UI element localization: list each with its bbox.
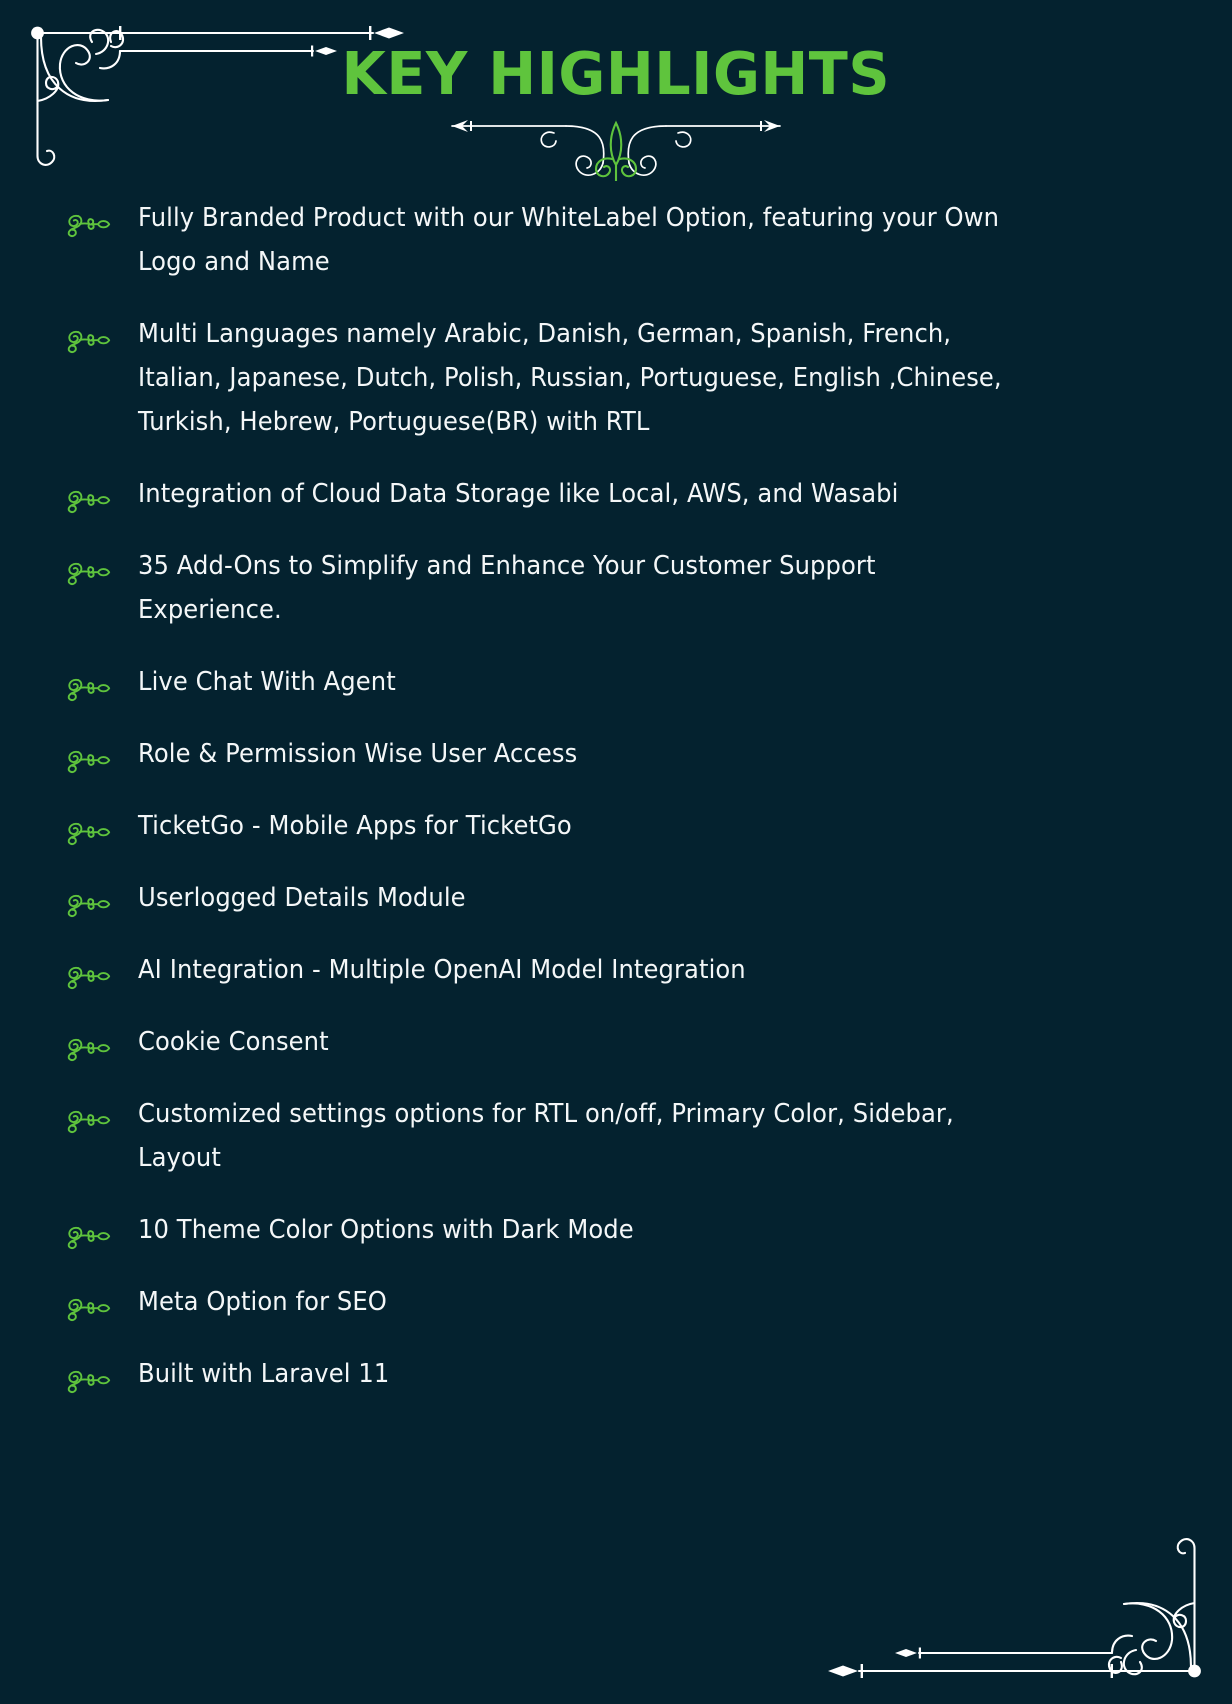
highlight-item-text: 10 Theme Color Options with Dark Mode bbox=[138, 1215, 634, 1245]
ornamental-scroll-arrow-bullet-icon bbox=[66, 210, 112, 240]
ornamental-scroll-arrow-bullet-icon bbox=[66, 326, 112, 356]
highlight-item: Userlogged Details Module bbox=[0, 876, 1192, 920]
ornamental-scroll-arrow-bullet-icon bbox=[66, 746, 112, 776]
highlight-item-text: Integration of Cloud Data Storage like L… bbox=[138, 479, 899, 509]
slide-root: KEY HIGHLIGHTS Fully Branded Product wit… bbox=[0, 0, 1232, 1704]
page-title: KEY HIGHLIGHTS bbox=[341, 39, 891, 108]
highlight-item-text: AI Integration - Multiple OpenAI Model I… bbox=[138, 955, 746, 985]
fleur-de-lis-icon bbox=[594, 120, 638, 183]
ornamental-scroll-arrow-bullet-icon bbox=[66, 1106, 112, 1136]
highlight-item: Customized settings options for RTL on/o… bbox=[0, 1092, 1192, 1180]
highlights-list: Fully Branded Product with our WhiteLabe… bbox=[0, 196, 1232, 1424]
highlight-item: Meta Option for SEO bbox=[0, 1280, 1192, 1324]
highlight-item-text: 35 Add-Ons to Simplify and Enhance Your … bbox=[138, 551, 876, 625]
ornamental-scroll-arrow-bullet-icon bbox=[66, 558, 112, 588]
highlight-item: AI Integration - Multiple OpenAI Model I… bbox=[0, 948, 1192, 992]
highlight-item: 10 Theme Color Options with Dark Mode bbox=[0, 1208, 1192, 1252]
corner-ornament-bottom-right bbox=[804, 1518, 1224, 1698]
highlight-item-text: Built with Laravel 11 bbox=[138, 1359, 390, 1389]
ornamental-scroll-arrow-bullet-icon bbox=[66, 674, 112, 704]
ornamental-scroll-arrow-bullet-icon bbox=[66, 962, 112, 992]
ornamental-scroll-arrow-bullet-icon bbox=[66, 890, 112, 920]
highlight-item-text: Customized settings options for RTL on/o… bbox=[138, 1099, 954, 1173]
highlight-item: Live Chat With Agent bbox=[0, 660, 1192, 704]
highlight-item: Multi Languages namely Arabic, Danish, G… bbox=[0, 312, 1192, 444]
highlight-item: 35 Add-Ons to Simplify and Enhance Your … bbox=[0, 544, 1192, 632]
highlight-item: TicketGo - Mobile Apps for TicketGo bbox=[0, 804, 1192, 848]
ornamental-scroll-arrow-bullet-icon bbox=[66, 818, 112, 848]
highlight-item-text: Multi Languages namely Arabic, Danish, G… bbox=[138, 319, 1002, 437]
ornamental-scroll-arrow-bullet-icon bbox=[66, 1366, 112, 1396]
highlight-item: Integration of Cloud Data Storage like L… bbox=[0, 472, 1192, 516]
slide-header: KEY HIGHLIGHTS bbox=[0, 0, 1232, 190]
flourish-divider bbox=[416, 109, 816, 183]
highlight-item-text: Live Chat With Agent bbox=[138, 667, 396, 697]
highlight-item-text: Fully Branded Product with our WhiteLabe… bbox=[138, 203, 1000, 277]
highlight-item-text: TicketGo - Mobile Apps for TicketGo bbox=[138, 811, 572, 841]
highlight-item-text: Meta Option for SEO bbox=[138, 1287, 387, 1317]
highlight-item-text: Cookie Consent bbox=[138, 1027, 329, 1057]
ornamental-scroll-arrow-bullet-icon bbox=[66, 1294, 112, 1324]
highlight-item-text: Userlogged Details Module bbox=[138, 883, 466, 913]
highlight-item: Built with Laravel 11 bbox=[0, 1352, 1192, 1396]
highlight-item-text: Role & Permission Wise User Access bbox=[138, 739, 578, 769]
highlight-item: Role & Permission Wise User Access bbox=[0, 732, 1192, 776]
ornamental-scroll-arrow-bullet-icon bbox=[66, 1034, 112, 1064]
highlight-item: Fully Branded Product with our WhiteLabe… bbox=[0, 196, 1192, 284]
highlight-item: Cookie Consent bbox=[0, 1020, 1192, 1064]
ornamental-scroll-arrow-bullet-icon bbox=[66, 486, 112, 516]
ornamental-scroll-arrow-bullet-icon bbox=[66, 1222, 112, 1252]
